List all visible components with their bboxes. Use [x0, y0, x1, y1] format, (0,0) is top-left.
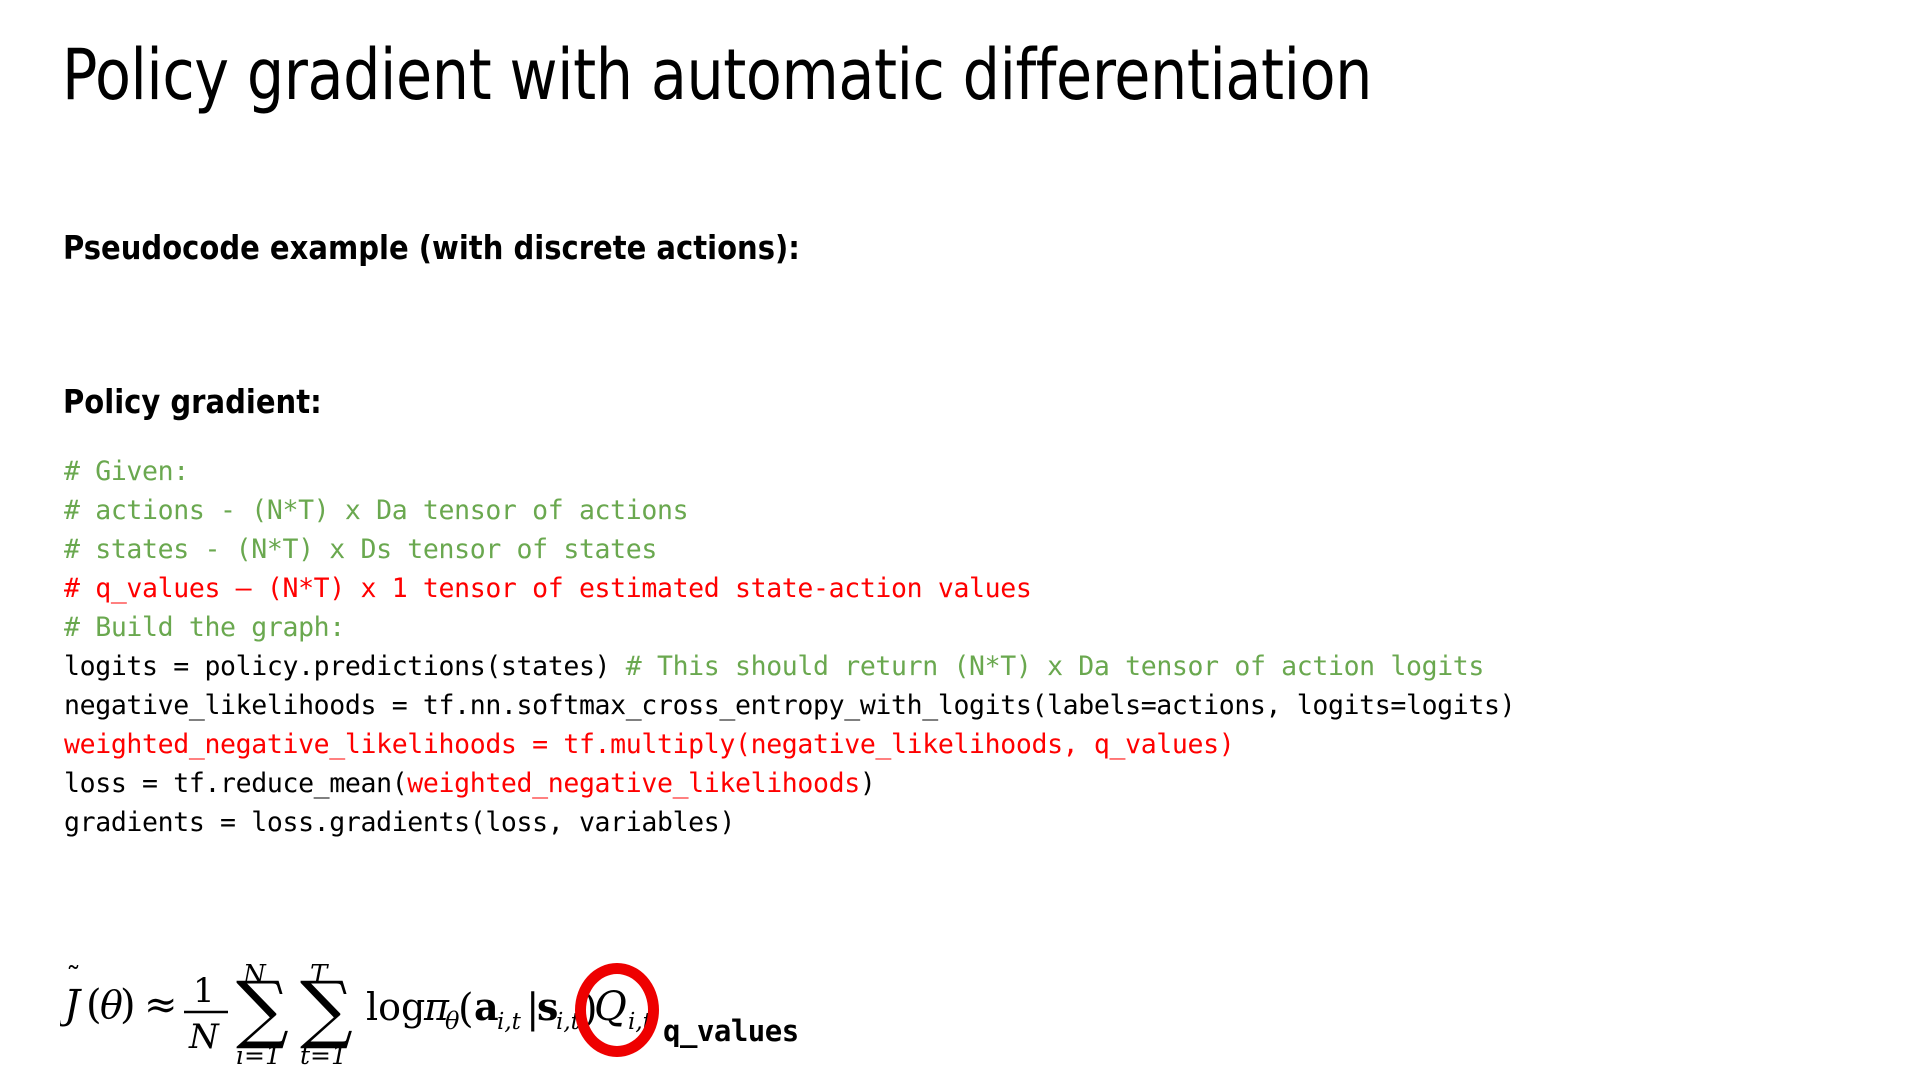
- code-block: # Given: # actions - (N*T) x Da tensor of…: [64, 452, 1516, 842]
- code-token-plain: negative_likelihoods = tf.nn.softmax_cro…: [64, 690, 1516, 721]
- code-token-comment: # states - (N*T) x Ds tensor of states: [64, 534, 657, 565]
- svg-text:ˆ: ˆ: [605, 961, 620, 996]
- code-token-comment: # Given:: [64, 456, 189, 487]
- svg-text:∑: ∑: [300, 966, 353, 1052]
- code-line: gradients = loss.gradients(loss, variabl…: [64, 803, 1515, 842]
- page-title: Policy gradient with automatic different…: [62, 34, 1373, 116]
- pseudocode-intro-text: Pseudocode example (with discrete action…: [63, 228, 800, 267]
- svg-text:): ): [120, 982, 136, 1028]
- code-line: # states - (N*T) x Ds tensor of states: [64, 530, 1515, 569]
- code-line: weighted_negative_likelihoods = tf.multi…: [64, 725, 1515, 764]
- section-heading-policy-gradient: Policy gradient:: [63, 382, 322, 421]
- code-line: logits = policy.predictions(states) # Th…: [64, 647, 1515, 686]
- svg-text:≈: ≈: [144, 982, 178, 1028]
- code-token-plain: gradients = loss.gradients(loss, variabl…: [64, 807, 735, 838]
- svg-text:i=1: i=1: [236, 1041, 281, 1070]
- code-token-plain: ): [859, 768, 876, 799]
- code-token-plain: logits = policy.predictions(states): [64, 651, 626, 682]
- code-token-comment: # Build the graph:: [64, 612, 345, 643]
- code-token-red: weighted_negative_likelihoods: [407, 768, 860, 799]
- code-token-red: weighted_negative_likelihoods = tf.multi…: [64, 729, 1235, 760]
- code-line: # Build the graph:: [64, 608, 1515, 647]
- callout-label-q-values: q_values: [663, 1014, 799, 1048]
- svg-text:i,t: i,t: [556, 1009, 581, 1035]
- svg-text:i,t: i,t: [497, 1009, 522, 1035]
- svg-text:t=1: t=1: [300, 1041, 347, 1070]
- svg-text:log: log: [366, 985, 425, 1029]
- code-line: # q_values – (N*T) x 1 tensor of estimat…: [64, 569, 1515, 608]
- code-token-comment: # actions - (N*T) x Da tensor of actions: [64, 495, 689, 526]
- svg-text:N: N: [188, 1017, 220, 1057]
- svg-text:i,t: i,t: [628, 1009, 653, 1035]
- code-line: # actions - (N*T) x Da tensor of actions: [64, 491, 1515, 530]
- svg-text:a: a: [474, 984, 499, 1029]
- code-line: negative_likelihoods = tf.nn.softmax_cro…: [64, 686, 1516, 725]
- code-token-plain: loss = tf.reduce_mean(: [64, 768, 408, 799]
- code-line: loss = tf.reduce_mean(weighted_negative_…: [64, 764, 1515, 803]
- formula-svg: J ˜ ( θ ) ≈ 1 N N ∑ i=1 T ∑ t=1 log π θ …: [60, 960, 653, 1070]
- svg-text:1: 1: [193, 971, 215, 1011]
- code-line: # Given:: [64, 452, 1515, 491]
- svg-text:(: (: [458, 986, 474, 1032]
- svg-text:˜: ˜: [66, 961, 81, 996]
- svg-text:∑: ∑: [236, 966, 289, 1052]
- slide-canvas: Policy gradient with automatic different…: [0, 0, 1920, 1080]
- code-token-comment: # This should return (N*T) x Da tensor o…: [625, 651, 1485, 682]
- objective-formula: J ˜ ( θ ) ≈ 1 N N ∑ i=1 T ∑ t=1 log π θ …: [60, 930, 920, 1080]
- code-token-red: # q_values – (N*T) x 1 tensor of estimat…: [64, 573, 1032, 604]
